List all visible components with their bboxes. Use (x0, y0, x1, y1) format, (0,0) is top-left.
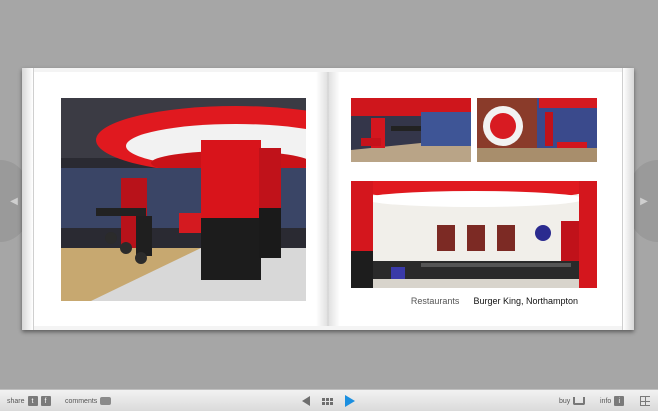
fullscreen-button[interactable] (640, 390, 650, 411)
bottom-toolbar: share t f comments buy info i (0, 389, 658, 411)
caption-title: Burger King, Northampton (473, 296, 578, 306)
caption-category: Restaurants (410, 296, 460, 306)
chevron-left-icon: ◀ (10, 195, 18, 207)
restaurant-photo-main (61, 98, 306, 301)
prev-button[interactable] (302, 390, 310, 411)
photo-book: Restaurants Burger King, Northampton (22, 68, 634, 330)
buy-label: buy (559, 397, 571, 405)
triangle-left-icon (302, 396, 310, 406)
info-icon: i (614, 396, 625, 406)
restaurant-photo-wide (351, 181, 597, 288)
tumblr-share-icon[interactable]: t (27, 396, 38, 406)
fullscreen-icon (640, 396, 650, 406)
chevron-right-icon: ▶ (640, 195, 648, 207)
restaurant-photo-top-left (351, 98, 471, 162)
book-left-edge (22, 68, 34, 330)
book-right-edge (622, 68, 634, 330)
restaurant-photo-top-right (477, 98, 597, 162)
grid-icon (322, 397, 333, 405)
comments-button[interactable]: comments (65, 390, 112, 411)
info-button[interactable]: info i (600, 390, 625, 411)
cart-icon (573, 397, 586, 405)
thumbnails-button[interactable] (322, 390, 333, 411)
book-spine (316, 72, 340, 326)
next-button[interactable] (345, 390, 355, 411)
comment-bubble-icon (100, 397, 112, 405)
comments-label: comments (65, 397, 98, 405)
next-page-tab[interactable]: ▶ (630, 160, 658, 242)
buy-button[interactable]: buy (559, 390, 586, 411)
share-label: share (7, 397, 25, 405)
share-group: share t f (7, 390, 51, 411)
photo-caption: Restaurants Burger King, Northampton (352, 296, 614, 306)
info-label: info (600, 397, 612, 405)
triangle-right-icon (345, 395, 355, 407)
facebook-share-icon[interactable]: f (40, 396, 51, 406)
